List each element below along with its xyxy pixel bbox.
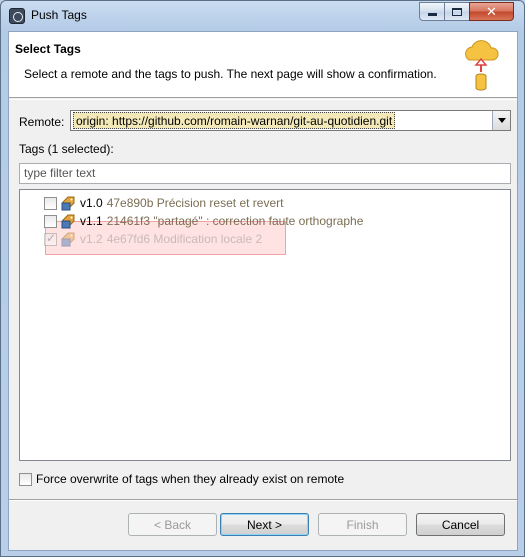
push-tags-dialog: Push Tags ✕ Select Tags Select a remote … (0, 0, 525, 557)
remote-selected-value: origin: https://github.com/romain-warnan… (73, 112, 396, 129)
chevron-down-icon[interactable] (492, 111, 510, 130)
maximize-icon (452, 7, 462, 16)
next-button[interactable]: Next > (220, 513, 309, 536)
tag-filter-input[interactable]: type filter text (19, 163, 511, 184)
page-title: Select Tags (15, 42, 81, 56)
finish-button[interactable]: Finish (318, 513, 407, 536)
list-item[interactable]: v1.2 4e67fd6 Modification locale 2 (44, 230, 262, 248)
tag-commit: 4e67fd6 Modification locale 2 (106, 232, 263, 246)
tag-icon (61, 214, 75, 228)
button-bar-separator-highlight (9, 500, 517, 501)
push-to-cloud-icon (465, 40, 499, 91)
remote-select[interactable]: origin: https://github.com/romain-warnan… (70, 110, 511, 131)
tag-commit: 47e890b Précision reset et revert (106, 196, 284, 210)
list-item[interactable]: v1.1 21461f3 "partagé" : correction faut… (44, 212, 363, 230)
tag-icon (61, 196, 75, 210)
eclipse-app-icon (9, 8, 25, 24)
tag-checkbox[interactable] (44, 196, 57, 210)
tag-name: v1.1 (80, 214, 103, 228)
minimize-button[interactable] (419, 2, 445, 21)
tag-name: v1.2 (80, 232, 103, 246)
back-button[interactable]: < Back (128, 513, 217, 536)
force-overwrite-option[interactable]: Force overwrite of tags when they alread… (19, 472, 344, 486)
maximize-button[interactable] (444, 2, 470, 21)
tag-checkbox[interactable] (44, 231, 57, 246)
close-button[interactable]: ✕ (469, 2, 514, 21)
title-bar: Push Tags ✕ (1, 1, 524, 31)
page-description: Select a remote and the tags to push. Th… (24, 67, 437, 81)
remote-label: Remote: (19, 115, 65, 129)
tag-icon (61, 232, 75, 246)
force-overwrite-label: Force overwrite of tags when they alread… (36, 472, 345, 486)
list-item[interactable]: v1.0 47e890b Précision reset et revert (44, 194, 283, 212)
tags-label: Tags (1 selected): (19, 142, 114, 156)
tag-commit: 21461f3 "partagé" : correction faute ort… (106, 214, 364, 228)
wizard-header: Select Tags Select a remote and the tags… (9, 32, 517, 98)
force-overwrite-checkbox[interactable] (19, 472, 32, 486)
minimize-icon (427, 13, 437, 16)
dialog-client-area: Select Tags Select a remote and the tags… (8, 31, 518, 551)
cancel-button[interactable]: Cancel (416, 513, 505, 536)
close-icon: ✕ (486, 3, 497, 19)
tag-checkbox[interactable] (44, 214, 57, 228)
tags-tree[interactable]: v1.0 47e890b Précision reset et revert v… (19, 189, 511, 461)
header-separator (9, 99, 517, 100)
tag-name: v1.0 (80, 196, 103, 210)
window-title: Push Tags (31, 8, 87, 22)
